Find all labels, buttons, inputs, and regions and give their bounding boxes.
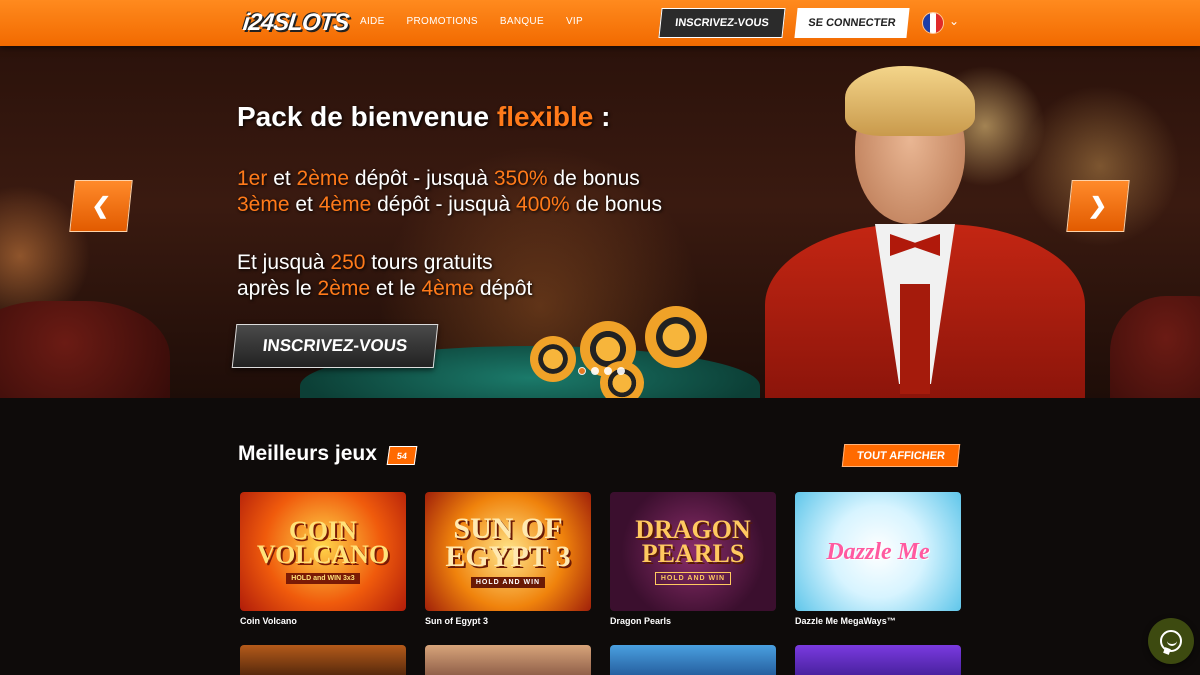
login-button[interactable]: SE CONNECTER (794, 8, 910, 38)
carousel-dot-1[interactable] (578, 367, 586, 375)
chevron-right-icon: ❯ (1087, 193, 1109, 218)
hero-signup-label: INSCRIVEZ-VOUS (261, 336, 409, 355)
hero-chips-image (530, 301, 710, 398)
games-section-title: Meilleurs jeux (238, 442, 377, 465)
game-name[interactable]: Coin Volcano (240, 616, 406, 626)
chat-button[interactable] (1148, 618, 1194, 664)
hero-text: Pack de bienvenue flexible : 1er et 2ème… (237, 101, 662, 300)
chat-icon (1160, 630, 1182, 652)
hero-signup-button[interactable]: INSCRIVEZ-VOUS (231, 324, 439, 368)
carousel-dot-3[interactable] (604, 367, 612, 375)
game-name[interactable]: Sun of Egypt 3 (425, 616, 591, 626)
top-header: i24SLOTS AIDE PROMOTIONS BANQUE VIP INSC… (0, 0, 1200, 46)
site-logo[interactable]: i24SLOTS (242, 9, 350, 37)
hero-line-3: Et jusquà 250 tours gratuits (237, 251, 493, 274)
main-nav: AIDE PROMOTIONS BANQUE VIP (360, 16, 583, 27)
game-card-sun-of-egypt-3[interactable]: SUN OF EGYPT 3 HOLD AND WIN Sun of Egypt … (425, 492, 591, 626)
nav-vip[interactable]: VIP (566, 16, 583, 27)
signup-button-label: INSCRIVEZ-VOUS (674, 17, 770, 29)
game-card-row2-4[interactable] (795, 645, 961, 675)
game-thumbnail[interactable]: DRAGON PEARLS HOLD AND WIN (610, 492, 776, 611)
nav-promotions[interactable]: PROMOTIONS (407, 16, 478, 27)
hero-line-1: 1er et 2ème dépôt - jusquà 350% de bonus (237, 167, 640, 190)
hero-chair-left (0, 301, 170, 398)
hero-title: Pack de bienvenue flexible : (237, 101, 611, 132)
casino-page: i24SLOTS AIDE PROMOTIONS BANQUE VIP INSC… (0, 0, 1200, 675)
game-card-row2-1[interactable] (240, 645, 406, 675)
hero-line-2: 3ème et 4ème dépôt - jusquà 400% de bonu… (237, 193, 662, 216)
chevron-down-icon[interactable]: ⌄ (949, 14, 959, 28)
nav-aide[interactable]: AIDE (360, 16, 385, 27)
game-art-title: Dazzle Me (826, 538, 930, 565)
game-art-title: COIN VOLCANO (256, 516, 390, 569)
carousel-dot-4[interactable] (617, 367, 625, 375)
game-card-coin-volcano[interactable]: COIN VOLCANO HOLD and WIN 3x3 Coin Volcan… (240, 492, 406, 626)
hero-line-4: après le 2ème et le 4ème dépôt (237, 277, 533, 300)
game-name[interactable]: Dazzle Me MegaWays™ (795, 616, 961, 626)
game-art-title: SUN OF EGYPT 3 (445, 512, 571, 573)
game-thumbnail[interactable]: SUN OF EGYPT 3 HOLD AND WIN (425, 492, 591, 611)
france-flag-icon[interactable] (922, 12, 944, 34)
show-all-label: TOUT AFFICHER (856, 449, 946, 462)
game-art-subtitle: HOLD AND WIN (654, 572, 732, 585)
signup-button[interactable]: INSCRIVEZ-VOUS (658, 8, 786, 38)
carousel-next-button[interactable]: ❯ (1066, 180, 1130, 232)
game-card-dragon-pearls[interactable]: DRAGON PEARLS HOLD AND WIN Dragon Pearls (610, 492, 776, 626)
game-thumbnail[interactable]: Dazzle Me (795, 492, 961, 611)
login-button-label: SE CONNECTER (807, 17, 897, 29)
game-art-title: DRAGON PEARLS (635, 515, 751, 568)
game-card-row2-2[interactable] (425, 645, 591, 675)
hero-banner: Pack de bienvenue flexible : 1er et 2ème… (0, 46, 1200, 398)
game-card-dazzle-me[interactable]: Dazzle Me Dazzle Me MegaWays™ (795, 492, 961, 626)
carousel-dot-2[interactable] (591, 367, 599, 375)
hero-chair-right (1110, 296, 1200, 398)
nav-banque[interactable]: BANQUE (500, 16, 544, 27)
game-thumbnail[interactable]: COIN VOLCANO HOLD and WIN 3x3 (240, 492, 406, 611)
carousel-prev-button[interactable]: ❮ (69, 180, 133, 232)
game-name[interactable]: Dragon Pearls (610, 616, 776, 626)
game-art-subtitle: HOLD AND WIN (470, 577, 546, 588)
show-all-button[interactable]: TOUT AFFICHER (841, 444, 961, 467)
game-art-subtitle: HOLD and WIN 3x3 (286, 573, 360, 584)
chevron-left-icon: ❮ (90, 193, 112, 218)
carousel-dots (578, 367, 625, 375)
games-count-badge: 54 (386, 446, 418, 465)
game-card-row2-3[interactable] (610, 645, 776, 675)
hero-croupier-image (745, 54, 1095, 398)
